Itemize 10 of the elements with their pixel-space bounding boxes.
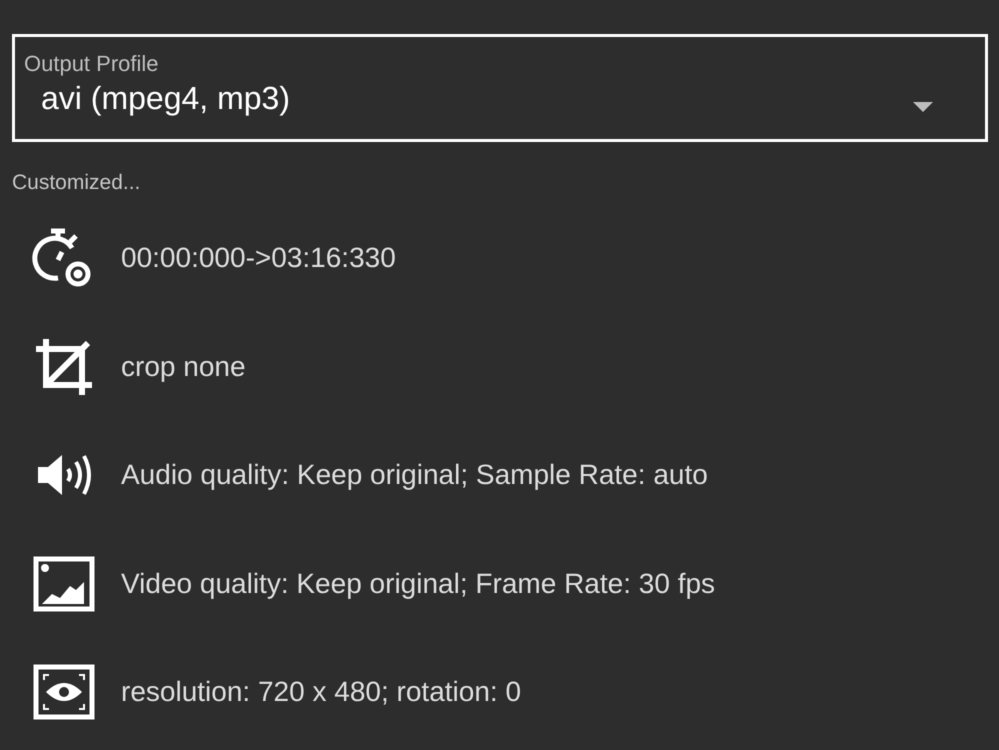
dropdown-caret-icon xyxy=(913,102,933,112)
section-label: Customized... xyxy=(12,170,140,196)
field-label: Output Profile xyxy=(24,51,159,77)
field-value: avi (mpeg4, mp3) xyxy=(41,79,290,117)
setting-text[interactable]: Audio quality: Keep original; Sample Rate: auto xyxy=(121,458,708,492)
setting-text[interactable]: Video quality: Keep original; Frame Rate: 30 fps xyxy=(121,566,716,601)
setting-text[interactable]: crop none xyxy=(121,350,246,384)
setting-text[interactable]: 00:00:000->03:16:330 xyxy=(121,241,396,276)
output-profile-dropdown[interactable]: Output Profile avi (mpeg4, mp3) xyxy=(12,34,988,142)
setting-text[interactable]: resolution: 720 x 480; rotation: 0 xyxy=(121,675,522,710)
